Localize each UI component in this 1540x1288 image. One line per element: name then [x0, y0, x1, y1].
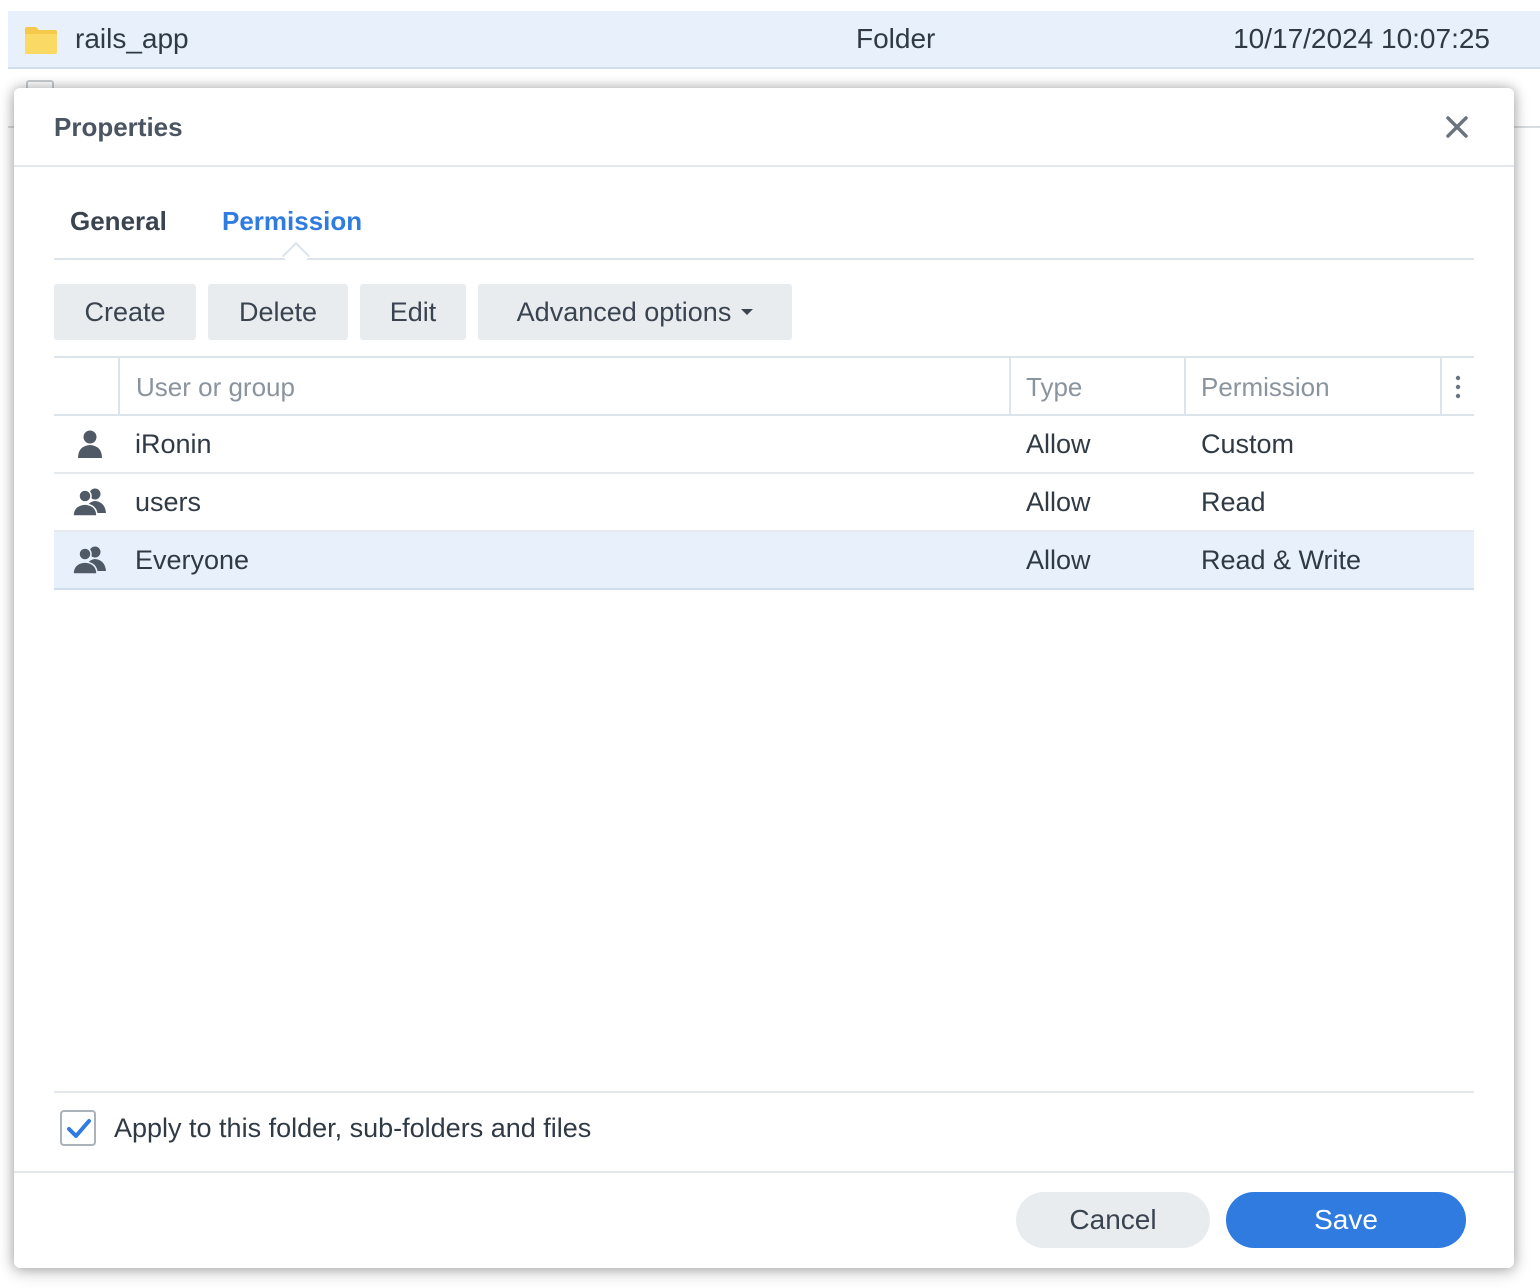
user-or-group-name: iRonin [135, 429, 212, 459]
dialog-header: Properties [14, 88, 1514, 167]
file-kind: Folder [856, 23, 936, 54]
permission-type: Allow [1026, 487, 1091, 517]
grid-header: User or group Type Permission [54, 356, 1474, 416]
file-name: rails_app [75, 23, 189, 54]
advanced-options-label: Advanced options [516, 296, 732, 327]
divider [14, 1171, 1514, 1173]
group-icon [72, 546, 106, 575]
close-icon[interactable] [1440, 110, 1474, 144]
cancel-button[interactable]: Cancel [1016, 1192, 1210, 1248]
tab-permission[interactable]: Permission [222, 206, 362, 237]
group-icon [72, 488, 106, 517]
permission-value: Read [1201, 487, 1266, 517]
user-or-group-name: users [135, 487, 202, 517]
column-separator [118, 358, 120, 416]
permission-value: Custom [1201, 429, 1295, 459]
column-header-type[interactable]: Type [1026, 372, 1082, 403]
column-header-user[interactable]: User or group [136, 372, 295, 403]
create-button[interactable]: Create [54, 284, 196, 340]
dialog-title: Properties [54, 112, 183, 142]
file-list-row[interactable]: rails_app Folder 10/17/2024 10:07:25 [8, 11, 1540, 69]
active-tab-indicator [281, 241, 311, 271]
checkmark-icon [67, 1119, 91, 1138]
table-row[interactable]: users Allow Read [54, 474, 1474, 532]
edit-button[interactable]: Edit [360, 284, 466, 340]
column-separator [1009, 358, 1011, 416]
apply-option: Apply to this folder, sub-folders and fi… [60, 1108, 591, 1148]
advanced-options-button[interactable]: Advanced options [478, 284, 792, 340]
file-modified: 10/17/2024 10:07:25 [1233, 23, 1490, 54]
permission-type: Allow [1026, 429, 1091, 459]
properties-dialog: Properties General Permission Create Del… [14, 88, 1514, 1268]
table-row[interactable]: iRonin Allow Custom [54, 416, 1474, 474]
permission-grid: User or group Type Permission iRonin All… [54, 356, 1474, 590]
tab-general[interactable]: General [70, 206, 167, 237]
column-header-permission[interactable]: Permission [1201, 372, 1330, 403]
user-icon [78, 430, 102, 458]
save-button[interactable]: Save [1226, 1192, 1466, 1248]
delete-button[interactable]: Delete [208, 284, 348, 340]
apply-checkbox[interactable] [60, 1110, 96, 1146]
apply-label: Apply to this folder, sub-folders and fi… [114, 1112, 592, 1143]
tab-bar: General Permission [54, 198, 1474, 271]
column-separator [1440, 358, 1442, 416]
divider [54, 1091, 1474, 1093]
folder-icon [25, 27, 57, 54]
table-row[interactable]: Everyone Allow Read & Write [54, 532, 1474, 590]
permission-type: Allow [1026, 545, 1091, 575]
more-options-icon[interactable] [1452, 374, 1464, 400]
permission-value: Read & Write [1201, 545, 1362, 575]
user-or-group-name: Everyone [135, 545, 250, 575]
chevron-down-icon [741, 309, 754, 315]
column-separator [1184, 358, 1186, 416]
